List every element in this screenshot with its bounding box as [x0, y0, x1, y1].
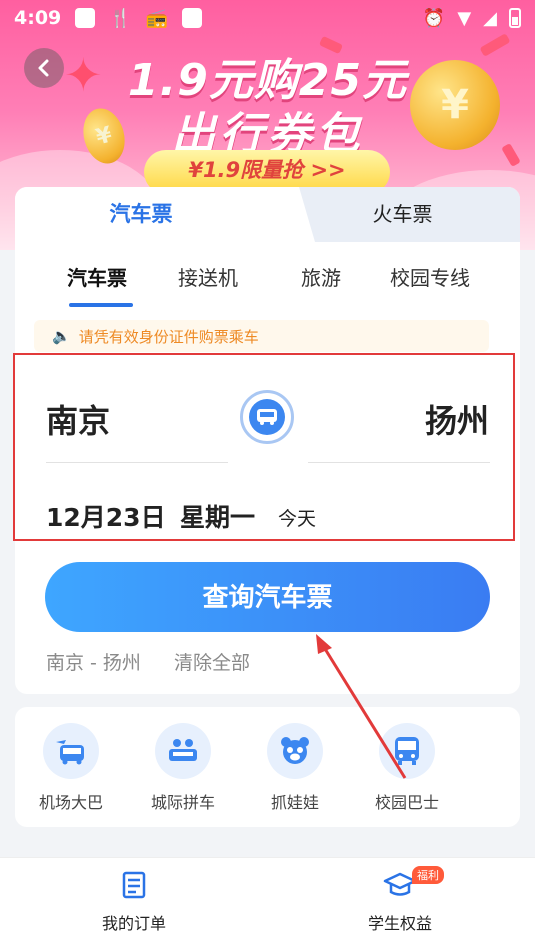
divider — [308, 462, 490, 463]
notice-text: 请凭有效身份证件购票乘车 — [78, 327, 259, 346]
carpool-icon — [155, 723, 211, 779]
sub-tabs: 汽车票 接送机 旅游 校园专线 — [15, 262, 520, 307]
tab-bus[interactable]: 汽车票 — [15, 187, 267, 242]
service-claw-machine[interactable]: 抓娃娃 — [245, 723, 345, 813]
swap-cities-button[interactable] — [240, 390, 294, 444]
subtab-airport-transfer[interactable]: 接送机 — [178, 262, 238, 291]
alarm-icon: ⏰ — [422, 7, 446, 29]
tab-train[interactable]: 火车票 — [299, 187, 520, 242]
subtab-bus[interactable]: 汽车票 — [67, 262, 127, 291]
bus-icon — [249, 399, 285, 435]
subtab-travel[interactable]: 旅游 — [301, 262, 341, 291]
notification-icon — [182, 8, 203, 28]
back-button[interactable] — [24, 48, 64, 88]
notification-icon — [75, 8, 96, 28]
wifi-icon: ▼ — [457, 7, 472, 29]
chevron-left-icon — [38, 59, 49, 77]
notice-bar: 🔈 请凭有效身份证件购票乘车 — [34, 320, 489, 352]
arrival-city[interactable]: 扬州 — [425, 396, 489, 442]
history-item[interactable]: 南京 - 扬州 — [46, 648, 141, 675]
status-time: 4:09 — [14, 7, 62, 29]
service-label: 抓娃娃 — [270, 793, 319, 812]
main-tabs: 火车票 汽车票 — [15, 187, 520, 242]
service-grid: 机场大巴 城际拼车 抓娃娃 校园巴士 — [15, 707, 520, 827]
service-campus-bus[interactable]: 校园巴士 — [357, 723, 457, 813]
search-bus-tickets-button[interactable]: 查询汽车票 — [45, 562, 490, 632]
star-icon: ✦ — [64, 48, 103, 102]
divider — [46, 462, 228, 463]
departure-weekday[interactable]: 星期一 — [180, 498, 255, 534]
nav-my-orders[interactable]: 我的订单 — [64, 870, 204, 934]
active-tab-indicator — [69, 303, 133, 307]
signal-icon: ◢ — [483, 7, 497, 29]
nav-label: 我的订单 — [101, 914, 166, 933]
bear-icon — [267, 723, 323, 779]
service-label: 城际拼车 — [150, 793, 215, 812]
radio-icon: 📻 — [145, 7, 169, 29]
status-bar: 4:09 🍴 📻 ⏰ ▼ ◢ — [0, 0, 535, 36]
service-label: 机场大巴 — [38, 793, 103, 812]
speaker-icon: 🔈 — [52, 327, 71, 345]
battery-icon — [509, 8, 521, 28]
benefit-badge: 福利 — [412, 866, 444, 884]
bottom-navigation: 我的订单 福利 学生权益 — [0, 857, 535, 951]
bus-icon — [379, 723, 435, 779]
orders-icon — [122, 871, 146, 899]
nav-label: 学生权益 — [367, 914, 432, 933]
service-label: 校园巴士 — [374, 793, 439, 812]
nav-student-benefits[interactable]: 福利 学生权益 — [330, 866, 470, 934]
airport-bus-icon — [43, 723, 99, 779]
service-airport-bus[interactable]: 机场大巴 — [21, 723, 121, 813]
departure-date[interactable]: 12月23日 — [46, 498, 166, 534]
clear-history-button[interactable]: 清除全部 — [174, 648, 250, 675]
relative-day: 今天 — [278, 508, 317, 530]
subtab-campus-line[interactable]: 校园专线 — [390, 262, 470, 291]
restaurant-icon: 🍴 — [109, 7, 132, 29]
service-intercity-carpool[interactable]: 城际拼车 — [133, 723, 233, 813]
departure-city[interactable]: 南京 — [46, 396, 110, 442]
